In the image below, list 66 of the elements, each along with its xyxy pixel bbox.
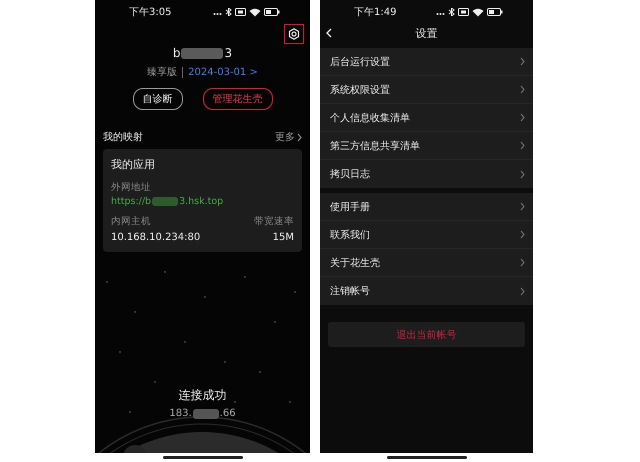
settings-item-label: 联系我们 [330,228,370,242]
field-label: 内网主机 [111,215,151,228]
settings-item-label: 第三方信息共享清单 [330,140,420,152]
card-title: 我的应用 [111,157,156,172]
settings-item[interactable]: 拷贝日志 [320,160,533,188]
ip-end: .66 [220,408,236,419]
diagnose-button[interactable]: 自诊断 [132,88,182,110]
url-end: 3.hsk.top [179,196,224,207]
settings-item[interactable]: 第三方信息共享清单 [320,132,533,160]
settings-item[interactable]: 系统权限设置 [320,76,533,104]
chevron-right-icon [297,132,302,142]
bandwidth-value: 15M [272,232,294,243]
battery-icon [487,8,503,16]
chevron-right-icon [520,286,525,296]
chevron-right-icon [520,57,525,66]
mapping-card[interactable]: 我的应用 外网地址 https://b 3.hsk.top 内网主机 带宽速率 10.168.10.234:80 15M [103,149,302,252]
back-button[interactable] [326,28,332,38]
url-start: https://b [111,196,152,207]
sim-icon [235,8,246,16]
screen-title: 设置 [416,26,438,40]
chevron-right-icon [520,170,525,178]
more-link[interactable]: 更多 [275,130,302,144]
battery-icon [264,8,280,16]
account-name-end: 3 [224,46,232,60]
settings-item-label: 使用手册 [330,200,370,214]
manage-button[interactable]: 管理花生壳 [202,88,272,110]
settings-item[interactable]: 注销帐号 [320,277,533,305]
chevron-right-icon [520,258,525,267]
ip-start: 183. [169,408,192,419]
settings-item-label: 拷贝日志 [330,168,370,181]
sim-icon [458,8,469,16]
field-label: 外网地址 [111,181,152,194]
host-address: 10.168.10.234:80 [111,232,200,243]
bluetooth-icon [448,8,455,16]
connection-status: 连接成功 [178,387,226,404]
settings-button[interactable] [284,24,304,44]
settings-item[interactable]: 使用手册 [320,193,533,221]
settings-item[interactable]: 关于花生壳 [320,249,533,277]
blurred-text [181,48,224,58]
chevron-right-icon [520,85,525,94]
chevron-right-icon [520,141,525,150]
status-time: 下午3:05 [129,6,172,19]
field-label: 带宽速率 [254,215,294,228]
chevron-right-icon [520,230,525,239]
settings-item-label: 系统权限设置 [330,84,390,96]
back-icon [326,28,332,38]
settings-item-label: 后台运行设置 [330,56,390,68]
settings-item[interactable]: 个人信息收集清单 [320,104,533,132]
edition-label: 臻享版 [147,66,178,79]
status-time: 下午1:49 [354,6,396,19]
account-name-start: b [172,46,180,60]
section-title: 我的映射 [103,130,143,144]
blurred-text [192,408,219,418]
settings-item-label: 关于花生壳 [330,256,380,270]
settings-item[interactable]: 后台运行设置 [320,48,533,76]
settings-item-label: 注销帐号 [330,284,370,298]
expiry-date-link[interactable]: 2024-03-01 > [188,66,258,78]
chevron-right-icon [520,202,525,211]
settings-item-label: 个人信息收集清单 [330,112,410,124]
blurred-text [152,197,178,206]
settings-icon [288,28,300,40]
wifi-icon [472,8,484,16]
settings-item[interactable]: 联系我们 [320,221,533,249]
bluetooth-icon [225,8,232,16]
wifi-icon [249,8,261,16]
chevron-right-icon [520,113,525,122]
